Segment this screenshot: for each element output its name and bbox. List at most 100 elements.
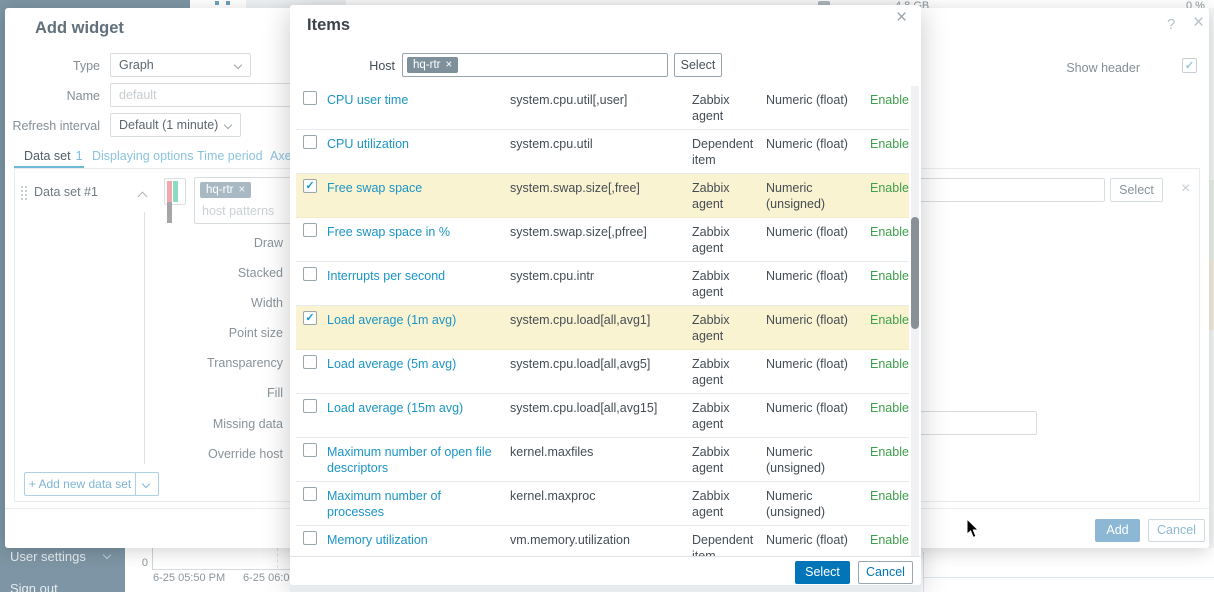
add-new-data-set-button[interactable]: + Add new data set	[24, 472, 159, 496]
dialog-tab[interactable]: Data set 1	[24, 149, 83, 163]
item-status: Enabled	[870, 93, 909, 107]
item-status: Enabled	[870, 489, 909, 503]
refresh-interval-select[interactable]: Default (1 minute)	[110, 113, 241, 137]
chevron-down-icon	[233, 60, 243, 70]
item-checkbox[interactable]: ✓	[303, 179, 317, 193]
item-checkbox[interactable]	[303, 91, 317, 105]
background-edge-strip	[1209, 260, 1214, 330]
item-name-link[interactable]: Load average (15m avg)	[327, 400, 499, 416]
item-name-link[interactable]: Interrupts per second	[327, 268, 499, 284]
background-edge-strip	[1209, 180, 1214, 260]
dataset-connector-line	[144, 212, 145, 464]
item-patterns-select-button[interactable]: Select	[1110, 178, 1163, 202]
item-name-link[interactable]: Free swap space in %	[327, 224, 499, 240]
add-button[interactable]: Add	[1095, 519, 1140, 542]
item-value-type: Numeric (unsigned)	[766, 445, 826, 475]
modal-bottom-edge	[290, 585, 921, 592]
background-graph-y-axis	[152, 548, 153, 569]
dataset-small-input[interactable]	[920, 411, 1037, 435]
item-checkbox[interactable]	[303, 223, 317, 237]
item-name-link[interactable]: CPU utilization	[327, 136, 499, 152]
item-type: Zabbix agent	[692, 401, 730, 431]
item-type: Zabbix agent	[692, 269, 730, 299]
modal-cancel-button[interactable]: Cancel	[858, 561, 913, 584]
help-icon[interactable]: ?	[1167, 16, 1175, 33]
item-status: Enabled	[870, 225, 909, 239]
host-tag[interactable]: hq-rtr ×	[200, 182, 252, 198]
cancel-button[interactable]: Cancel	[1148, 519, 1205, 542]
dataset-field-label: Transparency	[207, 356, 283, 370]
table-row: Interrupts per second system.cpu.intr Za…	[296, 262, 909, 306]
table-row: Load average (15m avg) system.cpu.load[a…	[296, 394, 909, 438]
host-input[interactable]: hq-rtr ×	[402, 53, 668, 77]
host-tag[interactable]: hq-rtr ×	[407, 57, 459, 73]
host-select-button[interactable]: Select	[674, 53, 722, 77]
table-row: ✓ Free swap space system.swap.size[,free…	[296, 174, 909, 218]
type-select[interactable]: Graph	[110, 53, 251, 77]
table-row: Load average (5m avg) system.cpu.load[al…	[296, 350, 909, 394]
item-value-type: Numeric (float)	[766, 269, 848, 283]
dataset-field-label: Fill	[267, 386, 283, 400]
item-type: Zabbix agent	[692, 489, 730, 519]
background-graph-x-axis	[152, 569, 290, 570]
dialog-tab[interactable]: Displaying options	[92, 149, 193, 163]
add-new-data-set-label[interactable]: + Add new data set	[24, 472, 136, 496]
close-icon[interactable]: ×	[896, 7, 907, 29]
drag-handle-icon[interactable]	[21, 186, 23, 188]
background-fragment	[215, 1, 219, 5]
scrollbar-thumb[interactable]	[911, 217, 919, 329]
color-swatch[interactable]	[164, 178, 186, 223]
item-name-link[interactable]: Load average (1m avg)	[327, 312, 499, 328]
item-name-link[interactable]: Load average (5m avg)	[327, 356, 499, 372]
item-value-type: Numeric (unsigned)	[766, 181, 826, 211]
item-checkbox[interactable]	[303, 399, 317, 413]
item-name-link[interactable]: Maximum number of open file descriptors	[327, 444, 499, 476]
item-name-link[interactable]: Maximum number of processes	[327, 488, 499, 520]
modal-select-button[interactable]: Select	[795, 561, 850, 584]
item-key: kernel.maxproc	[510, 489, 596, 503]
item-type: Zabbix agent	[692, 445, 730, 475]
item-value-type: Numeric (float)	[766, 137, 848, 151]
item-status: Enabled	[870, 269, 909, 283]
item-checkbox[interactable]	[303, 267, 317, 281]
item-type: Dependent item	[692, 137, 754, 167]
add-new-data-set-dropdown[interactable]	[136, 472, 159, 496]
item-name-link[interactable]: Memory utilization	[327, 532, 499, 548]
sidebar-item-user-settings[interactable]: User settings	[10, 549, 86, 564]
show-header-checkbox[interactable]: ✓	[1182, 58, 1197, 73]
graph-x-tick: 6-25 06:0	[243, 572, 290, 584]
item-checkbox[interactable]	[303, 135, 317, 149]
item-key: system.cpu.load[all,avg5]	[510, 357, 651, 371]
dataset-field-label: Point size	[228, 326, 283, 340]
item-status: Enabled	[870, 357, 909, 371]
item-checkbox[interactable]: ✓	[303, 311, 317, 325]
dialog-tab[interactable]: Time period	[197, 149, 263, 163]
dialog-tab[interactable]: Axe	[270, 149, 292, 163]
graph-y-tick: 0	[141, 557, 148, 569]
items-modal: Items × Host hq-rtr × Select CPU user tim…	[290, 5, 921, 585]
refresh-interval-label: Refresh interval	[12, 119, 100, 133]
sidebar-item-sign-out[interactable]: Sign out	[10, 581, 58, 592]
item-key: system.cpu.load[all,avg1]	[510, 313, 651, 327]
item-type: Zabbix agent	[692, 93, 730, 123]
item-checkbox[interactable]	[303, 487, 317, 501]
background-value-fragment: 0 %	[1186, 0, 1205, 8]
item-checkbox[interactable]	[303, 443, 317, 457]
tab-badge: 1	[75, 149, 83, 163]
dataset-field-label: Width	[251, 296, 283, 310]
tag-remove-icon[interactable]: ×	[445, 59, 452, 71]
item-checkbox[interactable]	[303, 355, 317, 369]
dialog-title: Add widget	[35, 19, 124, 37]
modal-title: Items	[307, 16, 351, 34]
item-value-type: Numeric (float)	[766, 225, 848, 239]
item-name-link[interactable]: Free swap space	[327, 180, 499, 196]
close-icon[interactable]: ×	[1193, 12, 1204, 34]
item-value-type: Numeric (unsigned)	[766, 489, 826, 519]
item-type: Zabbix agent	[692, 313, 730, 343]
item-name-link[interactable]: CPU user time	[327, 92, 499, 108]
tag-remove-icon[interactable]: ×	[238, 184, 245, 196]
item-checkbox[interactable]	[303, 531, 317, 545]
table-row: ✓ Load average (1m avg) system.cpu.load[…	[296, 306, 909, 350]
item-status: Enabled	[870, 181, 909, 195]
remove-icon[interactable]: ×	[1181, 180, 1190, 198]
